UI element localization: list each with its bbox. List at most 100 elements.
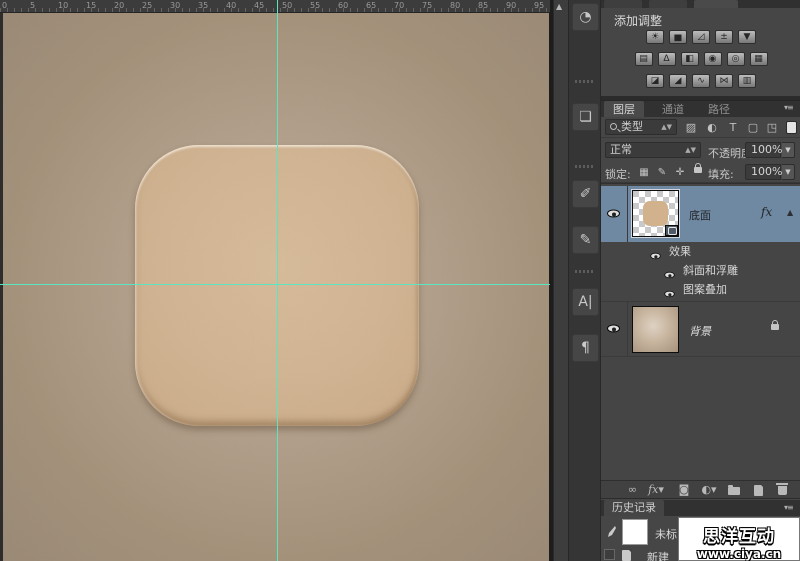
watermark-title: 思洋互动 xyxy=(679,522,799,547)
filter-type-layers-icon[interactable]: T xyxy=(725,120,741,135)
paragraph-panel-icon[interactable]: ¶ xyxy=(572,334,599,362)
history-brush-source-icon[interactable] xyxy=(604,525,617,538)
properties-panel-icon[interactable]: ◔ xyxy=(572,3,599,31)
tab-channels[interactable]: 通道 xyxy=(653,101,693,118)
levels-icon[interactable]: ▅ xyxy=(669,30,687,44)
color-balance-icon[interactable]: Δ xyxy=(658,52,676,66)
vibrance-icon[interactable]: ▼ xyxy=(738,30,756,44)
effect-row-bevel-emboss[interactable]: 斜面和浮雕 xyxy=(601,261,800,280)
delete-layer-icon[interactable] xyxy=(773,483,791,497)
ruler-number: 5 xyxy=(30,1,35,10)
filter-shape-layers-icon[interactable]: ▢ xyxy=(745,120,761,135)
link-layers-icon[interactable]: ∞ xyxy=(623,483,641,497)
tab-layers[interactable]: 图层 xyxy=(604,101,644,118)
exposure-icon[interactable]: ± xyxy=(715,30,733,44)
dock-grip-handle[interactable] xyxy=(575,165,595,168)
background-lock-icon xyxy=(771,319,779,333)
layer-row-background[interactable]: 背景 xyxy=(601,301,800,357)
photo-filter-icon[interactable]: ◉ xyxy=(704,52,722,66)
visibility-eye-icon[interactable] xyxy=(607,210,620,218)
brightness-contrast-icon[interactable]: ☀ xyxy=(646,30,664,44)
filter-type-combo[interactable]: 类型▲▼ xyxy=(605,119,677,135)
adjustment-layer-icon[interactable]: ◐▾ xyxy=(700,483,718,497)
character-panel-icon[interactable]: A| xyxy=(572,288,599,316)
filter-smart-objects-icon[interactable]: ◳ xyxy=(764,120,780,135)
snapshot-name[interactable]: 未标 xyxy=(655,526,677,542)
tab-adjustments[interactable] xyxy=(694,0,738,8)
filter-adjustment-layers-icon[interactable]: ◐ xyxy=(704,120,720,135)
black-white-icon[interactable]: ◧ xyxy=(681,52,699,66)
add-layer-mask-icon[interactable]: ◙ xyxy=(675,483,693,497)
brush-panel-icon[interactable]: ✎ xyxy=(572,226,599,254)
hue-saturation-icon[interactable]: ▤ xyxy=(635,52,653,66)
filter-pixel-layers-icon[interactable]: ▨ xyxy=(683,120,699,135)
layer-name[interactable]: 底面 xyxy=(689,207,711,223)
canvas[interactable] xyxy=(3,13,549,561)
fx-badge[interactable]: fx xyxy=(761,205,772,219)
ruler-number: 65 xyxy=(366,1,376,10)
lock-transparency-icon[interactable]: ▦ xyxy=(637,166,651,179)
blend-mode-select[interactable]: 正常▲▼ xyxy=(605,142,701,158)
opacity-value[interactable]: 100% xyxy=(745,142,781,158)
layer-style-fx-icon[interactable]: fx▾ xyxy=(647,483,665,497)
panel-menu-icon[interactable]: ▾≡ xyxy=(784,103,793,112)
opacity-dropdown-icon[interactable]: ▼ xyxy=(782,142,795,158)
new-layer-icon[interactable] xyxy=(749,483,767,497)
posterize-icon[interactable]: ◢ xyxy=(669,74,687,88)
history-panel-menu-icon[interactable]: ▾≡ xyxy=(784,503,793,512)
selective-color-icon[interactable]: ▥ xyxy=(738,74,756,88)
lock-pixels-icon[interactable]: ✎ xyxy=(655,166,669,179)
horizontal-ruler[interactable]: 05101520253035404550556065707580859095 xyxy=(0,0,550,13)
cropped-tab-2[interactable] xyxy=(649,0,687,8)
horizontal-guide[interactable] xyxy=(0,284,550,285)
effect-eye-icon[interactable] xyxy=(664,272,674,278)
layer-row-dimian[interactable]: 底面 fx ▲ xyxy=(601,186,800,242)
tab-history[interactable]: 历史记录 xyxy=(604,500,664,516)
ruler-number: 60 xyxy=(338,1,348,10)
lock-all-icon[interactable] xyxy=(691,162,705,175)
effects-eye-icon[interactable] xyxy=(650,253,660,259)
vertical-guide[interactable] xyxy=(277,0,278,561)
lock-position-icon[interactable]: ✛ xyxy=(673,166,687,179)
lock-row: 锁定: ▦ ✎ ✛ 填充: 100% ▼ xyxy=(601,162,800,183)
styles-panel-icon[interactable]: ❏ xyxy=(572,103,599,131)
threshold-icon[interactable]: ∿ xyxy=(692,74,710,88)
snapshot-thumbnail[interactable] xyxy=(622,519,648,545)
cropped-tab-1[interactable] xyxy=(604,0,642,8)
visibility-eye-icon[interactable] xyxy=(607,325,620,333)
effects-group-row[interactable]: 效果 xyxy=(601,242,800,261)
brush-presets-panel-icon[interactable]: ✐ xyxy=(572,180,599,208)
scrollbar-track[interactable] xyxy=(553,0,568,561)
ruler-number: 20 xyxy=(114,1,124,10)
filter-switch-toggle[interactable] xyxy=(786,121,797,134)
ruler-number: 70 xyxy=(394,1,404,10)
layer-thumbnail[interactable] xyxy=(632,190,679,237)
ruler-number: 55 xyxy=(310,1,320,10)
scrollbar-up-arrow-icon[interactable]: ▲ xyxy=(556,2,562,11)
tab-paths[interactable]: 路径 xyxy=(699,101,739,118)
layer-name[interactable]: 背景 xyxy=(689,323,711,339)
invert-icon[interactable]: ◪ xyxy=(646,74,664,88)
history-source-checkbox[interactable] xyxy=(604,549,615,560)
add-adjustment-title: 添加调整 xyxy=(614,12,662,29)
gradient-map-icon[interactable]: ⋈ xyxy=(715,74,733,88)
ruler-number: 0 xyxy=(2,1,7,10)
dock-grip-handle[interactable] xyxy=(575,270,595,273)
ruler-number: 45 xyxy=(254,1,264,10)
watermark: 思洋互动 www.ciya.cn xyxy=(678,517,800,561)
new-group-icon[interactable] xyxy=(725,483,743,497)
channel-mixer-icon[interactable]: ◎ xyxy=(727,52,745,66)
effect-eye-icon[interactable] xyxy=(664,291,674,297)
collapse-effects-arrow-icon[interactable]: ▲ xyxy=(787,208,793,217)
dock-grip-handle[interactable] xyxy=(575,80,595,83)
canvas-scrollbar[interactable]: ▲ xyxy=(549,0,568,561)
adjustments-tab-strip xyxy=(601,0,800,8)
fill-value[interactable]: 100% xyxy=(745,164,781,180)
fill-dropdown-icon[interactable]: ▼ xyxy=(782,164,795,180)
curves-icon[interactable]: ◿ xyxy=(692,30,710,44)
effect-row-pattern-overlay[interactable]: 图案叠加 xyxy=(601,280,800,299)
color-lookup-icon[interactable]: ▦ xyxy=(750,52,768,66)
history-step-name[interactable]: 新建 xyxy=(647,549,669,561)
layer-thumbnail[interactable] xyxy=(632,306,679,353)
ruler-number: 95 xyxy=(534,1,544,10)
